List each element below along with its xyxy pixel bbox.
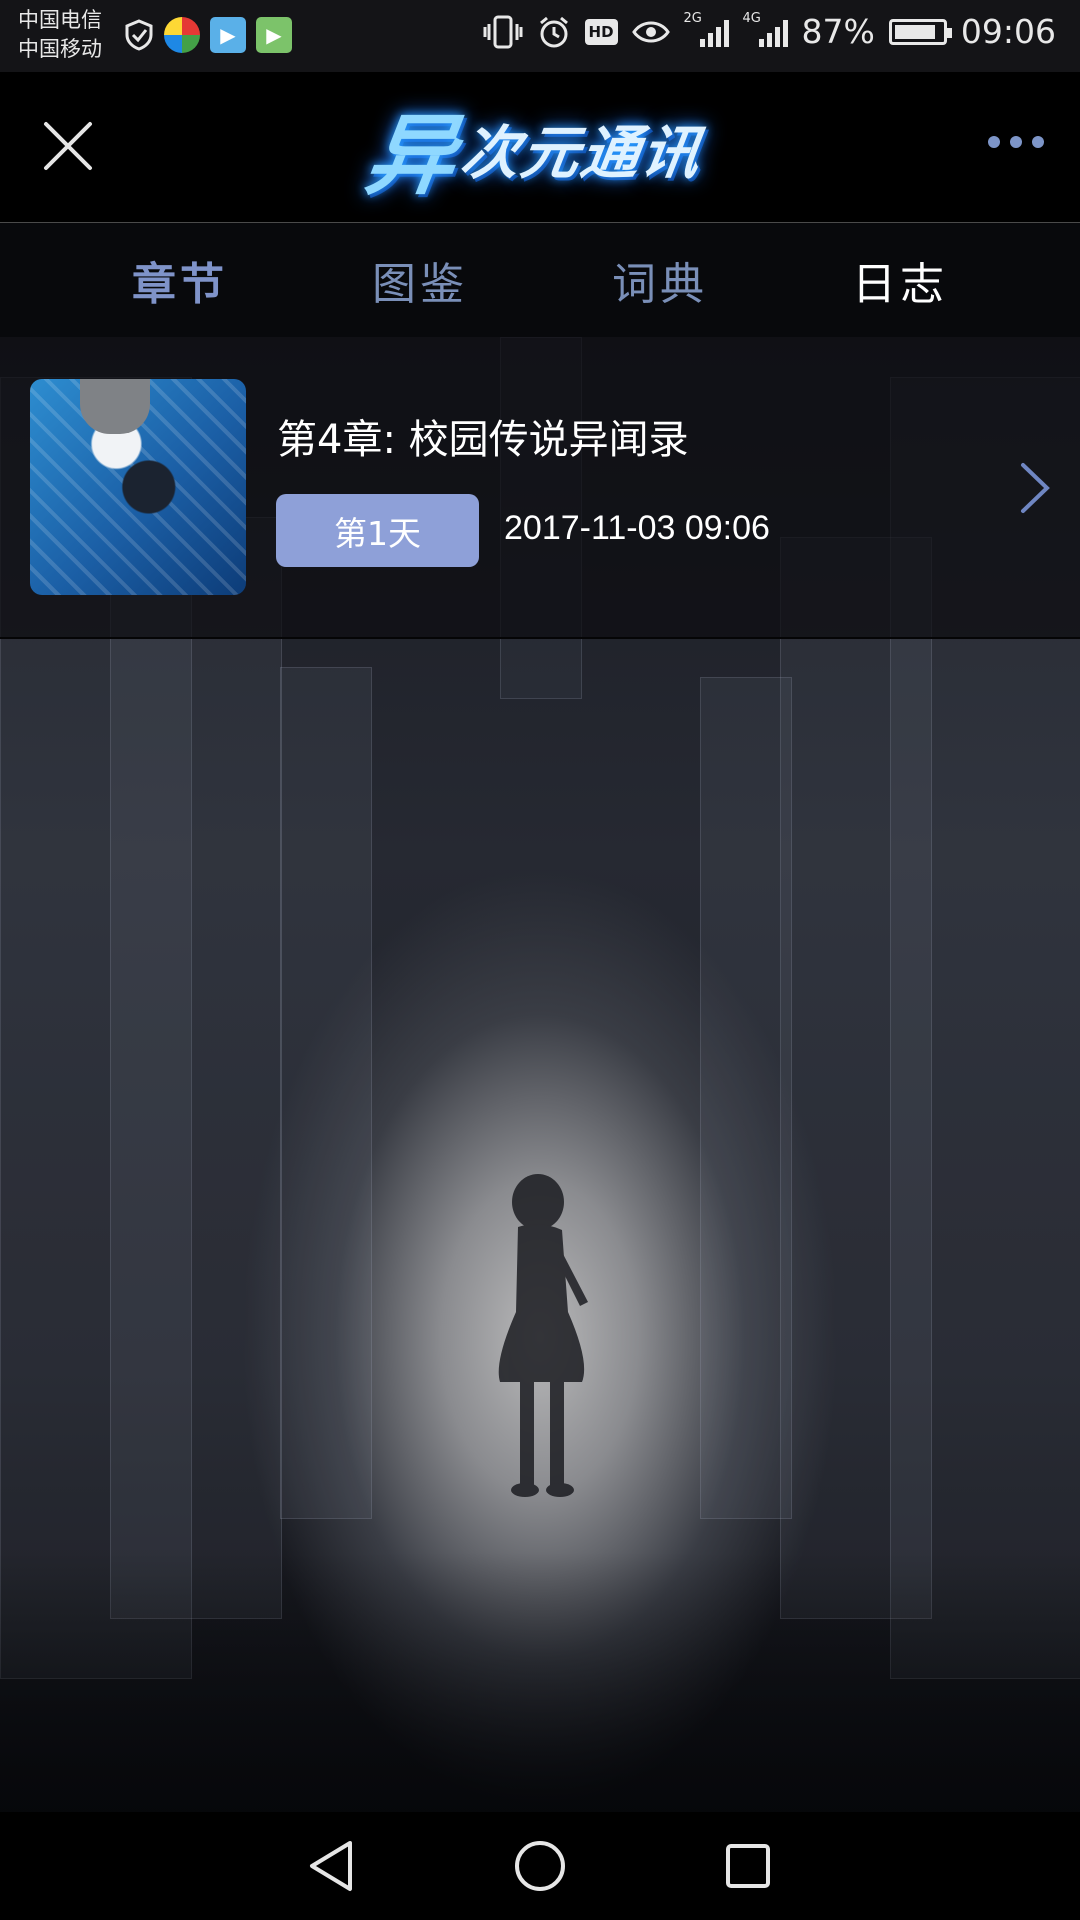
battery-icon <box>888 18 952 45</box>
tab-bar: 章节 图鉴 词典 日志 <box>0 223 1080 337</box>
carrier-labels: 中国电信 中国移动 <box>18 6 102 64</box>
clock: 09:06 <box>960 12 1056 51</box>
network-type-2g: 2G <box>683 10 702 26</box>
tab-log[interactable]: 日志 <box>810 248 990 312</box>
app-icon-colorful <box>164 17 200 53</box>
shield-icon <box>125 19 153 51</box>
status-bar: 中国电信 中国移动 ▶ ▶ HD 2G 4G 87% 09:06 <box>0 0 1080 72</box>
system-status: HD 2G 4G 87% 09:06 <box>483 11 1056 51</box>
tab-chapters[interactable]: 章节 <box>90 248 270 312</box>
video-app-icon: ▶ <box>210 17 246 53</box>
battery-percent: 87% <box>801 12 875 51</box>
logo-first-char: 异 <box>359 103 465 207</box>
system-nav-bar <box>0 1812 1080 1920</box>
home-button[interactable] <box>510 1836 570 1896</box>
app-header: 异次元通讯 <box>0 72 1080 223</box>
carrier-2: 中国移动 <box>18 37 102 61</box>
home-circle-icon <box>515 1841 565 1891</box>
signal-4g: 4G <box>743 11 788 47</box>
chapter-datetime: 2017-11-03 09:06 <box>504 509 770 547</box>
alarm-icon <box>539 16 568 47</box>
recents-button[interactable] <box>718 1836 778 1896</box>
recents-square-icon <box>726 1844 770 1888</box>
eye-icon <box>631 21 670 42</box>
more-options-icon[interactable] <box>988 136 1044 148</box>
battery-level <box>894 24 935 39</box>
back-triangle-icon <box>310 1841 352 1891</box>
logo-rest: 次元通讯 <box>456 119 707 187</box>
chapter-thumbnail <box>30 379 246 595</box>
girl-silhouette <box>498 1174 588 1497</box>
chapter-card[interactable]: 第4章: 校园传说异闻录 第1天 2017-11-03 09:06 <box>0 337 1080 639</box>
vibrate-icon <box>483 15 523 48</box>
signal-bars-icon <box>758 17 788 47</box>
signal-2g: 2G <box>684 11 729 47</box>
play-app-icon: ▶ <box>256 17 292 53</box>
tab-dictionary[interactable]: 词典 <box>570 248 750 312</box>
app-logo: 异次元通讯 <box>348 98 722 207</box>
tab-gallery[interactable]: 图鉴 <box>330 248 510 312</box>
signal-bars-icon <box>699 17 729 47</box>
chapter-title: 第4章: 校园传说异闻录 <box>277 417 689 463</box>
network-type-4g: 4G <box>742 10 761 26</box>
notification-icons: ▶ ▶ <box>124 17 292 53</box>
close-icon[interactable] <box>38 116 98 176</box>
carrier-1: 中国电信 <box>18 8 102 32</box>
hd-icon: HD <box>584 18 618 45</box>
back-button[interactable] <box>302 1836 362 1896</box>
chevron-right-icon[interactable] <box>1018 461 1052 515</box>
day-badge: 第1天 <box>276 494 479 567</box>
